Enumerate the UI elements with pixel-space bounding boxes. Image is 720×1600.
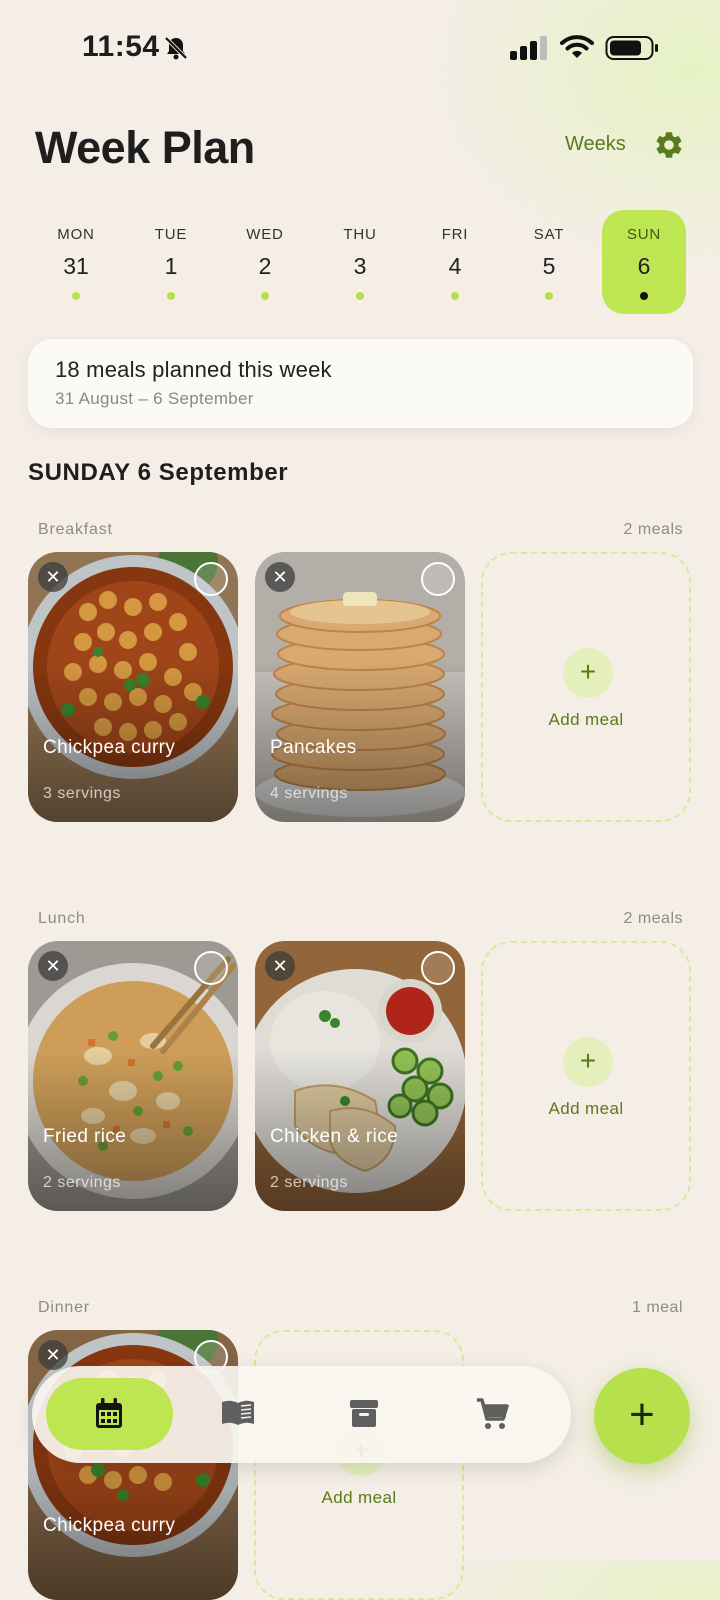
day-thu[interactable]: THU 3 — [318, 210, 402, 314]
category-dinner: Dinner — [38, 1299, 90, 1316]
nav-calendar[interactable] — [46, 1378, 173, 1450]
day-name: SAT — [533, 226, 565, 243]
bell-muted-icon — [164, 36, 188, 60]
meal-name: Chickpea curry — [43, 737, 176, 758]
day-dot — [451, 292, 459, 300]
archive-icon — [350, 1400, 378, 1427]
book-icon — [222, 1400, 254, 1425]
meal-card-fried-rice[interactable]: ✕ Fried rice 2 servings — [28, 941, 238, 1211]
meal-count: 2 meals — [623, 521, 683, 538]
day-name: SUN — [626, 226, 662, 243]
meal-servings: 3 servings — [43, 785, 121, 802]
day-mon[interactable]: MON 31 — [34, 210, 118, 314]
day-name: WED — [246, 226, 284, 243]
remove-meal-button[interactable]: ✕ — [38, 951, 68, 981]
wifi-icon — [560, 35, 594, 58]
remove-meal-button[interactable]: ✕ — [38, 562, 68, 592]
complete-checkbox[interactable] — [194, 562, 228, 596]
nav-recipes[interactable] — [173, 1378, 300, 1450]
week-summary-card: 18 meals planned this week 31 August – 6… — [28, 339, 693, 428]
cart-icon — [477, 1398, 509, 1429]
meal-count: 2 meals — [623, 910, 683, 927]
day-date: 3 — [353, 253, 367, 279]
meal-servings: 4 servings — [270, 785, 348, 802]
meal-card-pancakes[interactable]: ✕ Pancakes 4 servings — [255, 552, 465, 822]
complete-checkbox[interactable] — [421, 951, 455, 985]
summary-range: 31 August – 6 September — [55, 389, 254, 408]
day-date: 1 — [164, 253, 178, 279]
meal-servings: 2 servings — [270, 1174, 348, 1191]
day-dot — [261, 292, 269, 300]
day-date: 2 — [258, 253, 272, 279]
nav-archive[interactable] — [301, 1378, 428, 1450]
category-breakfast: Breakfast — [38, 521, 113, 538]
signal-icon — [510, 36, 547, 60]
complete-checkbox[interactable] — [421, 562, 455, 596]
complete-checkbox[interactable] — [194, 951, 228, 985]
category-lunch: Lunch — [38, 910, 86, 927]
meal-name: Pancakes — [270, 737, 357, 758]
summary-title: 18 meals planned this week — [55, 357, 332, 382]
meal-card-chicken-rice[interactable]: ✕ Chicken & rice 2 servings — [255, 941, 465, 1211]
day-section-title: SUNDAY 6 September — [28, 459, 289, 486]
day-dot — [640, 292, 648, 300]
day-date: 5 — [542, 253, 556, 279]
meal-count: 1 meal — [631, 1299, 683, 1316]
day-sat[interactable]: SAT 5 — [507, 210, 591, 314]
gear-icon[interactable] — [653, 129, 685, 161]
remove-meal-button[interactable]: ✕ — [265, 562, 295, 592]
battery-icon — [605, 36, 658, 60]
calendar-icon — [96, 1398, 122, 1428]
plus-icon: + — [563, 1037, 613, 1087]
day-fri[interactable]: FRI 4 — [413, 210, 497, 314]
meal-servings: 2 servings — [43, 1174, 121, 1191]
day-name: MON — [57, 226, 95, 243]
plus-icon: + — [629, 1390, 655, 1439]
add-meal-breakfast-button[interactable]: + Add meal — [481, 552, 691, 822]
meal-card-chickpea-curry[interactable]: ✕ Chickpea curry 3 servings — [28, 552, 238, 822]
bottom-nav — [32, 1366, 571, 1463]
day-name: TUE — [154, 226, 188, 243]
meal-name: Chickpea curry — [43, 1515, 176, 1536]
status-time: 11:54 — [82, 30, 160, 63]
nav-shopping[interactable] — [428, 1378, 555, 1450]
day-dot — [545, 292, 553, 300]
remove-meal-button[interactable]: ✕ — [265, 951, 295, 981]
day-sun-selected[interactable]: SUN 6 — [602, 210, 686, 314]
day-dot — [167, 292, 175, 300]
day-date: 4 — [448, 253, 462, 279]
add-fab-button[interactable]: + — [594, 1368, 690, 1464]
day-date: 31 — [63, 253, 89, 279]
add-meal-label: Add meal — [321, 1488, 397, 1507]
add-meal-lunch-button[interactable]: + Add meal — [481, 941, 691, 1211]
meal-name: Chicken & rice — [270, 1126, 399, 1147]
weeks-link[interactable]: Weeks — [565, 133, 626, 156]
day-date: 6 — [637, 253, 651, 279]
remove-meal-button[interactable]: ✕ — [38, 1340, 68, 1370]
day-name: THU — [343, 226, 377, 243]
day-dot — [72, 292, 80, 300]
add-meal-label: Add meal — [548, 710, 624, 729]
day-name: FRI — [441, 226, 469, 243]
meal-name: Fried rice — [43, 1126, 127, 1147]
day-dot — [356, 292, 364, 300]
plus-icon: + — [563, 648, 613, 698]
add-meal-label: Add meal — [548, 1099, 624, 1118]
day-tue[interactable]: TUE 1 — [129, 210, 213, 314]
day-wed[interactable]: WED 2 — [223, 210, 307, 314]
page-title: Week Plan — [35, 122, 255, 173]
